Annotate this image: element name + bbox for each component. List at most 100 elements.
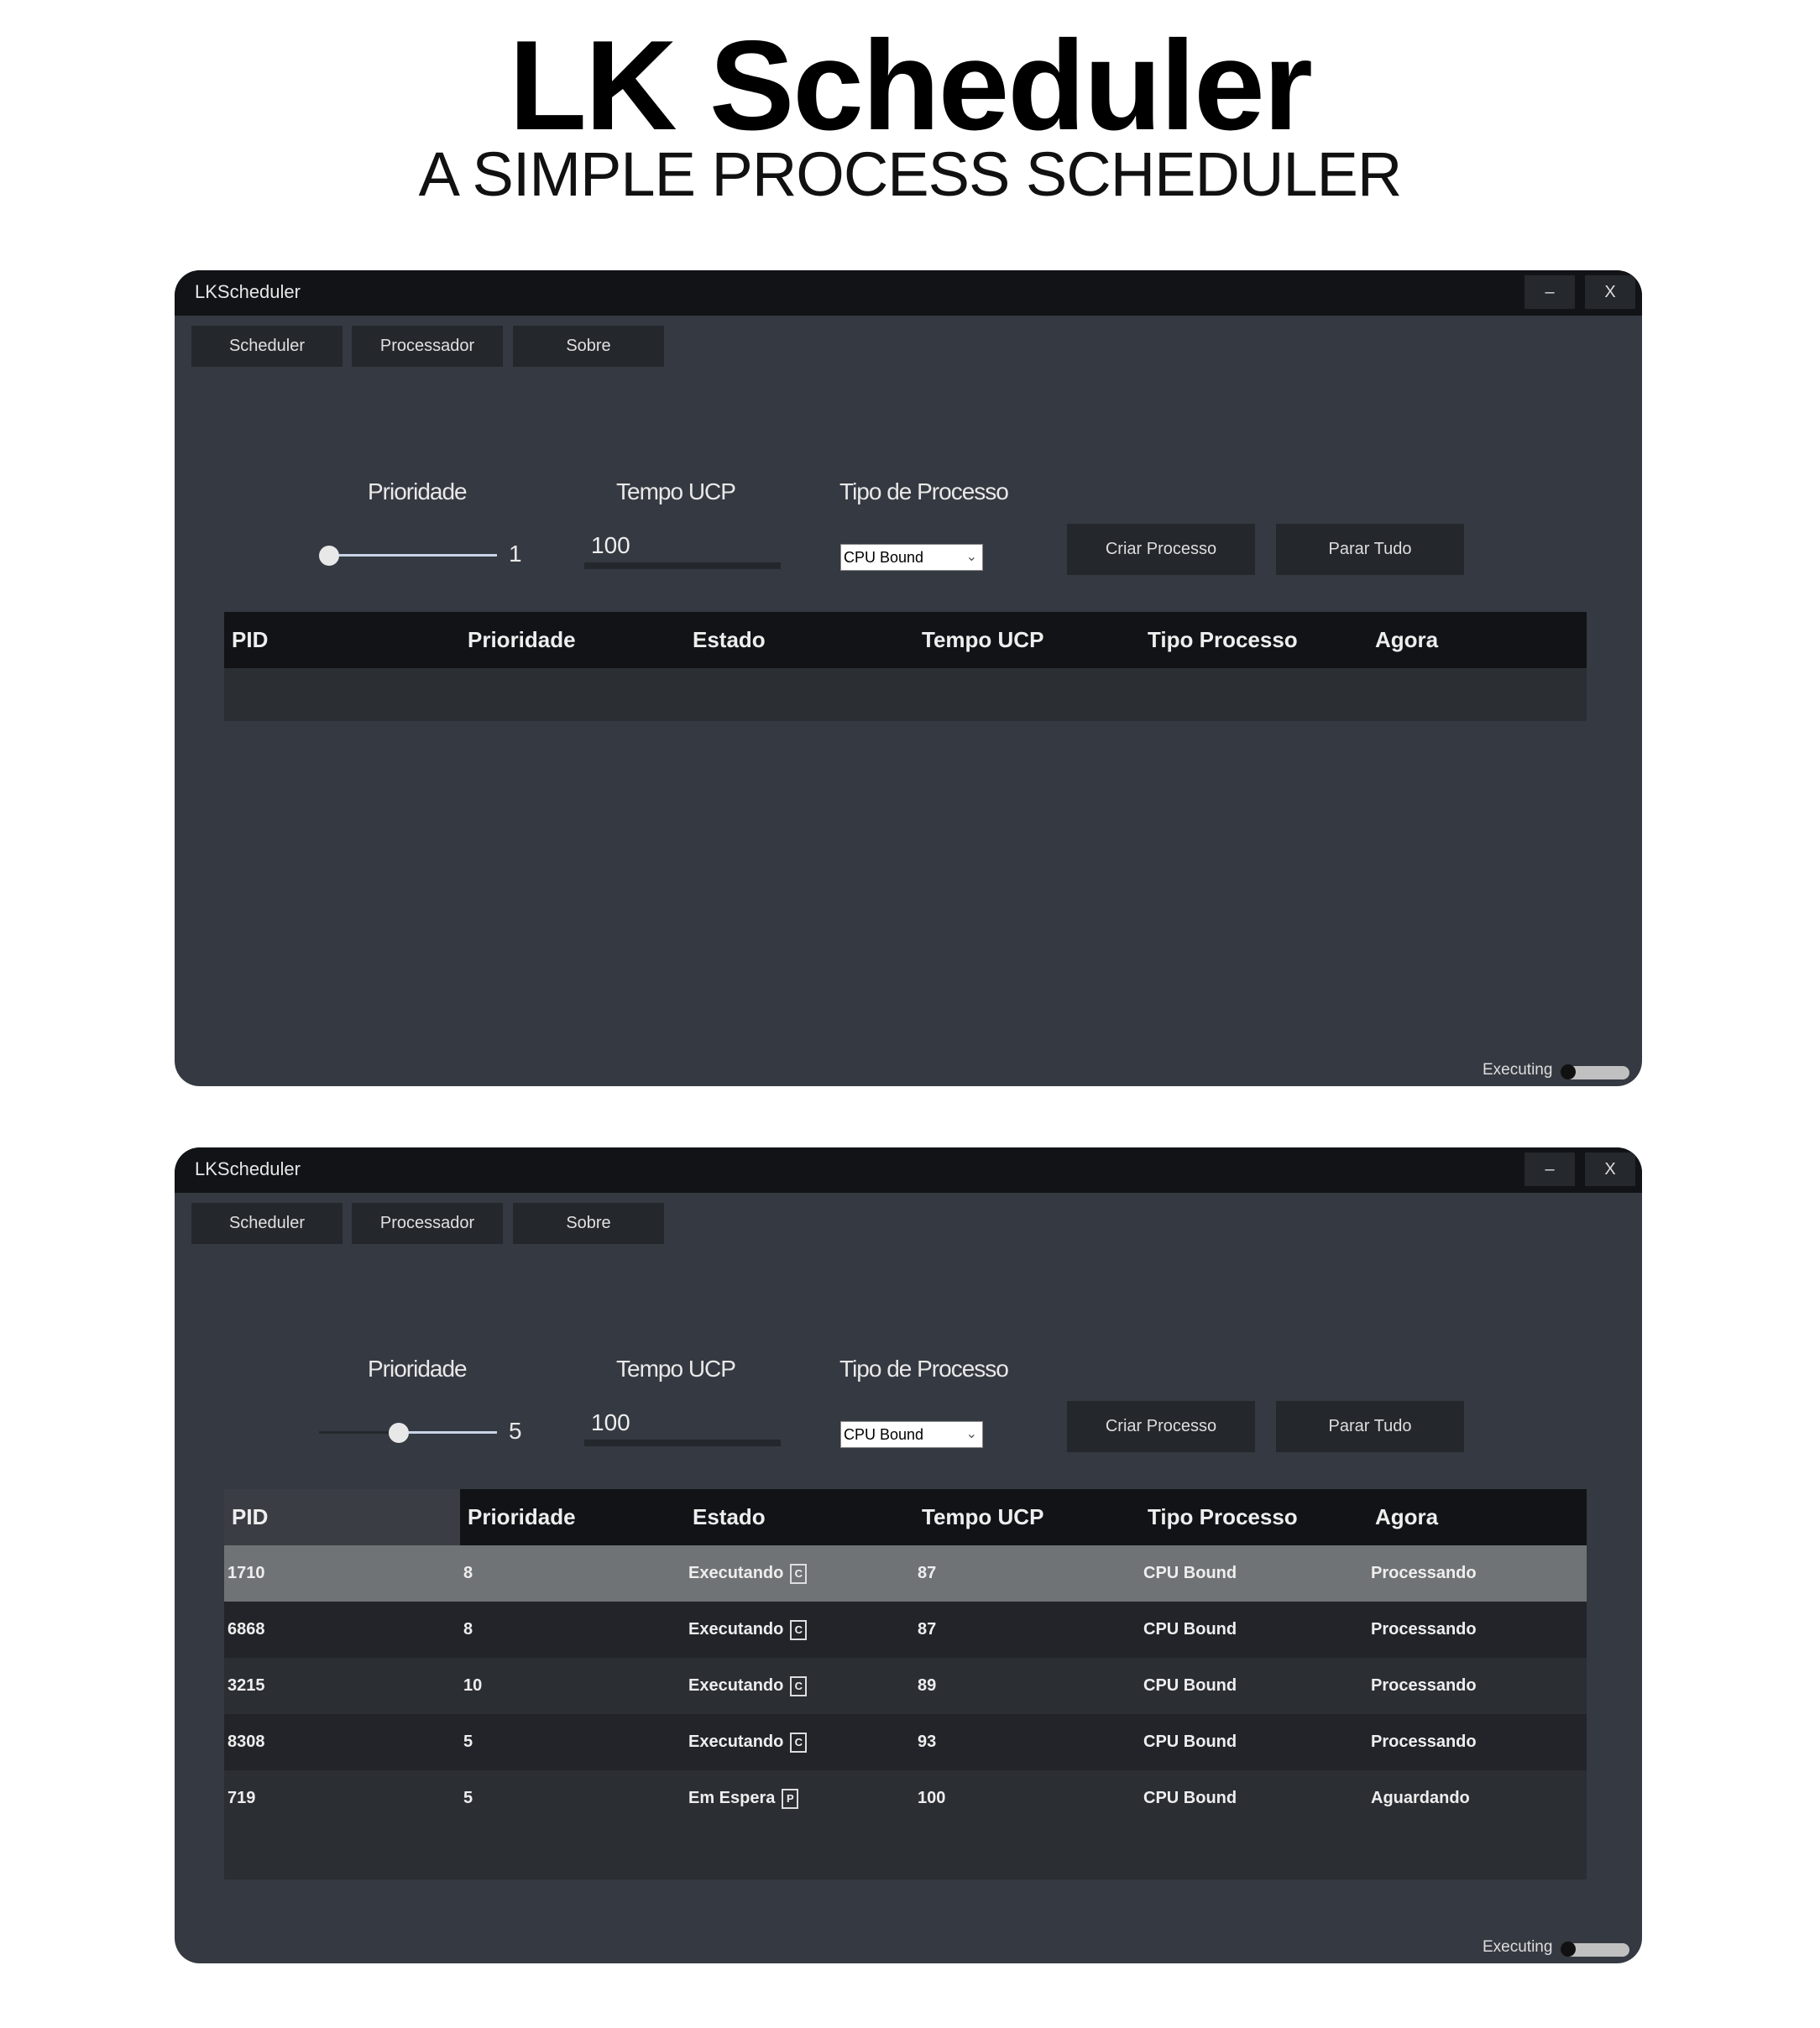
state-text: Executando	[688, 1564, 784, 1582]
nav-processador[interactable]: Processador	[352, 326, 503, 367]
cell-type: CPU Bound	[1143, 1733, 1237, 1751]
cell-now: Processando	[1371, 1564, 1477, 1582]
slider-thumb[interactable]	[319, 546, 339, 566]
executing-label: Executing	[1483, 1061, 1553, 1079]
cell-now: Processando	[1371, 1620, 1477, 1639]
cell-state: Em Espera P	[685, 1770, 799, 1827]
empty-row	[224, 668, 1587, 721]
column-header-1[interactable]: Prioridade	[460, 1489, 685, 1545]
column-header-3[interactable]: Tempo UCP	[914, 1489, 1140, 1545]
close-button[interactable]: X	[1585, 275, 1635, 309]
create-process-button[interactable]: Criar Processo	[1067, 524, 1255, 575]
process-type-label: Tipo de Processo	[839, 1356, 1009, 1382]
cpu-time-input[interactable]: 100	[584, 532, 781, 569]
cell-cpu-time: 89	[918, 1676, 937, 1695]
table-row[interactable]: 3215 10 Executando C 89 CPU Bound Process…	[224, 1658, 1587, 1714]
column-header-0[interactable]: PID	[224, 612, 460, 668]
close-button[interactable]: X	[1585, 1153, 1635, 1186]
cell-priority: 8	[463, 1564, 473, 1582]
cell-type: CPU Bound	[1143, 1676, 1237, 1695]
empty-row	[224, 1827, 1587, 1879]
executing-label: Executing	[1483, 1938, 1553, 1956]
cell-type: CPU Bound	[1143, 1564, 1237, 1582]
state-text: Executando	[688, 1676, 784, 1695]
cell-pid: 8308	[228, 1733, 265, 1751]
selected-type: CPU Bound	[844, 549, 924, 566]
cell-cpu-time: 87	[918, 1564, 937, 1582]
cell-cpu-time: 100	[918, 1789, 946, 1807]
executing-toggle[interactable]	[1561, 1064, 1629, 1079]
table-row[interactable]: 8308 5 Executando C 93 CPU Bound Processa…	[224, 1714, 1587, 1770]
nav-sobre[interactable]: Sobre	[513, 1203, 664, 1244]
window-title: LKScheduler	[195, 1158, 301, 1179]
priority-value: 5	[509, 1418, 522, 1444]
window-title: LKScheduler	[195, 281, 301, 302]
column-header-2[interactable]: Estado	[685, 1489, 914, 1545]
cpu-time-label: Tempo UCP	[616, 478, 736, 504]
cell-now: Processando	[1371, 1733, 1477, 1751]
cell-type: CPU Bound	[1143, 1789, 1237, 1807]
nav-scheduler[interactable]: Scheduler	[191, 1203, 343, 1244]
column-header-0[interactable]: PID	[224, 1489, 460, 1545]
hero-title: LK Scheduler	[509, 14, 1313, 157]
cell-priority: 10	[463, 1676, 483, 1695]
cell-type: CPU Bound	[1143, 1620, 1237, 1639]
process-type-select[interactable]: CPU Bound ⌄	[840, 544, 983, 571]
app-window: LKScheduler – X Scheduler Processador So…	[175, 270, 1642, 1086]
cell-priority: 5	[463, 1789, 473, 1807]
process-type-select[interactable]: CPU Bound ⌄	[840, 1421, 983, 1448]
process-table: PID Prioridade Estado Tempo UCP Tipo Process…	[224, 612, 1587, 721]
nav-scheduler[interactable]: Scheduler	[191, 326, 343, 367]
cell-pid: 6868	[228, 1620, 265, 1639]
cell-now: Aguardando	[1371, 1789, 1470, 1807]
cell-cpu-time: 93	[918, 1733, 937, 1751]
slider-thumb[interactable]	[388, 1423, 409, 1443]
paused-icon: P	[782, 1788, 799, 1809]
nav-processador[interactable]: Processador	[352, 1203, 503, 1244]
create-process-button[interactable]: Criar Processo	[1067, 1401, 1255, 1452]
column-header-3[interactable]: Tempo UCP	[914, 612, 1140, 668]
app-window: LKScheduler – X Scheduler Processador So…	[175, 1147, 1642, 1963]
title-bar[interactable]: LKScheduler – X	[175, 270, 1642, 316]
table-row[interactable]: 719 5 Em Espera P 100 CPU Bound Aguardand…	[224, 1770, 1587, 1827]
column-header-1[interactable]: Prioridade	[460, 612, 685, 668]
cell-state: Executando C	[685, 1714, 808, 1770]
priority-value: 1	[509, 541, 522, 567]
stop-all-button[interactable]: Parar Tudo	[1276, 1401, 1464, 1452]
cpu-icon: C	[790, 1675, 808, 1696]
chevron-down-icon: ⌄	[965, 550, 977, 564]
priority-slider[interactable]	[319, 1423, 497, 1443]
chevron-down-icon: ⌄	[965, 1427, 977, 1441]
column-header-5[interactable]: Agora	[1368, 612, 1587, 668]
column-header-2[interactable]: Estado	[685, 612, 914, 668]
column-header-4[interactable]: Tipo Processo	[1140, 612, 1368, 668]
priority-label: Prioridade	[368, 478, 468, 504]
cell-cpu-time: 87	[918, 1620, 937, 1639]
column-header-5[interactable]: Agora	[1368, 1489, 1587, 1545]
minimize-button[interactable]: –	[1525, 1153, 1575, 1186]
table-row[interactable]: 6868 8 Executando C 87 CPU Bound Processa…	[224, 1602, 1587, 1658]
table-row[interactable]: 1710 8 Executando C 87 CPU Bound Processa…	[224, 1545, 1587, 1602]
stop-all-button[interactable]: Parar Tudo	[1276, 524, 1464, 575]
process-table: PID Prioridade Estado Tempo UCP Tipo Process…	[224, 1489, 1587, 1879]
cell-pid: 1710	[228, 1564, 265, 1582]
cell-state: Executando C	[685, 1545, 808, 1602]
nav-sobre[interactable]: Sobre	[513, 326, 664, 367]
cell-now: Processando	[1371, 1676, 1477, 1695]
priority-slider[interactable]	[319, 546, 497, 566]
cell-pid: 719	[228, 1789, 256, 1807]
cpu-time-input[interactable]: 100	[584, 1409, 781, 1446]
column-header-4[interactable]: Tipo Processo	[1140, 1489, 1368, 1545]
state-text: Executando	[688, 1733, 784, 1751]
cpu-icon: C	[790, 1619, 808, 1640]
hero-subtitle: A SIMPLE PROCESS SCHEDULER	[418, 139, 1403, 209]
cell-state: Executando C	[685, 1658, 808, 1714]
state-text: Em Espera	[688, 1789, 776, 1807]
priority-label: Prioridade	[368, 1356, 468, 1382]
cell-state: Executando C	[685, 1602, 808, 1658]
process-type-label: Tipo de Processo	[839, 478, 1009, 504]
minimize-button[interactable]: –	[1525, 275, 1575, 309]
executing-toggle[interactable]	[1561, 1942, 1629, 1957]
cell-priority: 5	[463, 1733, 473, 1751]
title-bar[interactable]: LKScheduler – X	[175, 1147, 1642, 1193]
